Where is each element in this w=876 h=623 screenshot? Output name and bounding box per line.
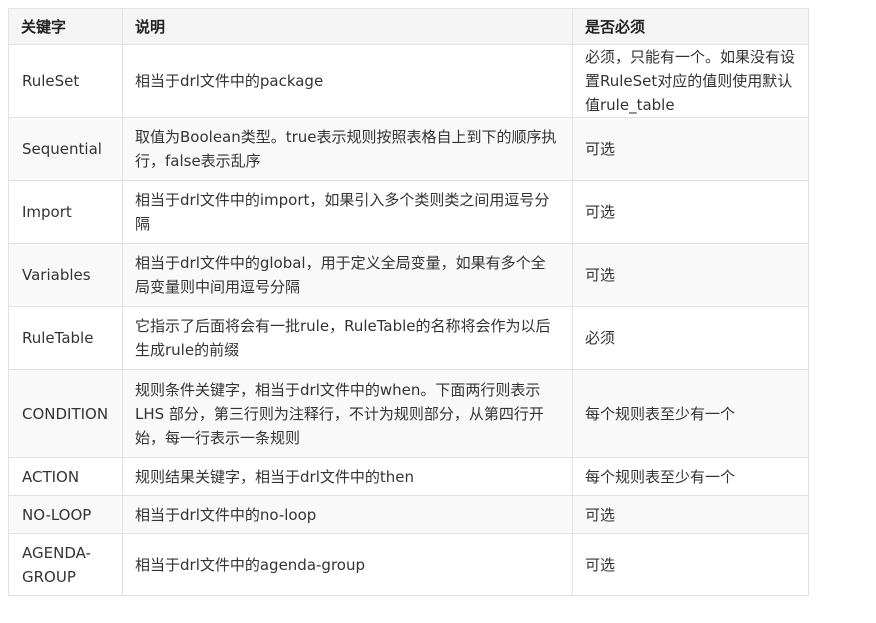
cell-keyword: AGENDA-GROUP [8, 533, 123, 596]
cell-description: 相当于drl文件中的import，如果引入多个类则类之间用逗号分隔 [122, 180, 573, 244]
table-row: Import 相当于drl文件中的import，如果引入多个类则类之间用逗号分隔… [8, 180, 809, 244]
cell-keyword: Import [8, 180, 123, 244]
cell-description: 它指示了后面将会有一批rule，RuleTable的名称将会作为以后生成rule… [122, 306, 573, 370]
cell-keyword: Variables [8, 243, 123, 307]
cell-required: 必须 [572, 306, 809, 370]
table-row: ACTION 规则结果关键字，相当于drl文件中的then 每个规则表至少有一个 [8, 457, 809, 496]
cell-description: 规则条件关键字，相当于drl文件中的when。下面两行则表示 LHS 部分，第三… [122, 369, 573, 458]
cell-description: 相当于drl文件中的no-loop [122, 495, 573, 534]
cell-description: 相当于drl文件中的global，用于定义全局变量，如果有多个全局变量则中间用逗… [122, 243, 573, 307]
cell-keyword: RuleTable [8, 306, 123, 370]
keyword-table: 关键字 说明 是否必须 RuleSet 相当于drl文件中的package 必须… [8, 8, 809, 596]
header-row: 关键字 说明 是否必须 [8, 8, 809, 45]
cell-required: 每个规则表至少有一个 [572, 457, 809, 496]
cell-description: 相当于drl文件中的agenda-group [122, 533, 573, 596]
header-keyword: 关键字 [8, 8, 123, 45]
table-row: RuleSet 相当于drl文件中的package 必须，只能有一个。如果没有设… [8, 44, 809, 118]
cell-keyword: RuleSet [8, 44, 123, 118]
cell-required: 可选 [572, 533, 809, 596]
cell-keyword: ACTION [8, 457, 123, 496]
table-header: 关键字 说明 是否必须 [8, 8, 809, 45]
header-description: 说明 [122, 8, 573, 45]
cell-description: 规则结果关键字，相当于drl文件中的then [122, 457, 573, 496]
table-row: AGENDA-GROUP 相当于drl文件中的agenda-group 可选 [8, 533, 809, 596]
cell-required: 可选 [572, 117, 809, 181]
cell-description: 相当于drl文件中的package [122, 44, 573, 118]
table-row: Sequential 取值为Boolean类型。true表示规则按照表格自上到下… [8, 117, 809, 181]
cell-required: 必须，只能有一个。如果没有设置RuleSet对应的值则使用默认值rule_tab… [572, 44, 809, 118]
cell-required: 可选 [572, 495, 809, 534]
table-row: NO-LOOP 相当于drl文件中的no-loop 可选 [8, 495, 809, 534]
cell-keyword: CONDITION [8, 369, 123, 458]
table-body: RuleSet 相当于drl文件中的package 必须，只能有一个。如果没有设… [8, 44, 809, 596]
keyword-table-container: 关键字 说明 是否必须 RuleSet 相当于drl文件中的package 必须… [8, 8, 809, 596]
cell-required: 可选 [572, 243, 809, 307]
header-required: 是否必须 [572, 8, 809, 45]
table-row: CONDITION 规则条件关键字，相当于drl文件中的when。下面两行则表示… [8, 369, 809, 458]
cell-required: 可选 [572, 180, 809, 244]
table-row: RuleTable 它指示了后面将会有一批rule，RuleTable的名称将会… [8, 306, 809, 370]
cell-description: 取值为Boolean类型。true表示规则按照表格自上到下的顺序执行，false… [122, 117, 573, 181]
cell-keyword: NO-LOOP [8, 495, 123, 534]
table-row: Variables 相当于drl文件中的global，用于定义全局变量，如果有多… [8, 243, 809, 307]
cell-keyword: Sequential [8, 117, 123, 181]
cell-required: 每个规则表至少有一个 [572, 369, 809, 458]
